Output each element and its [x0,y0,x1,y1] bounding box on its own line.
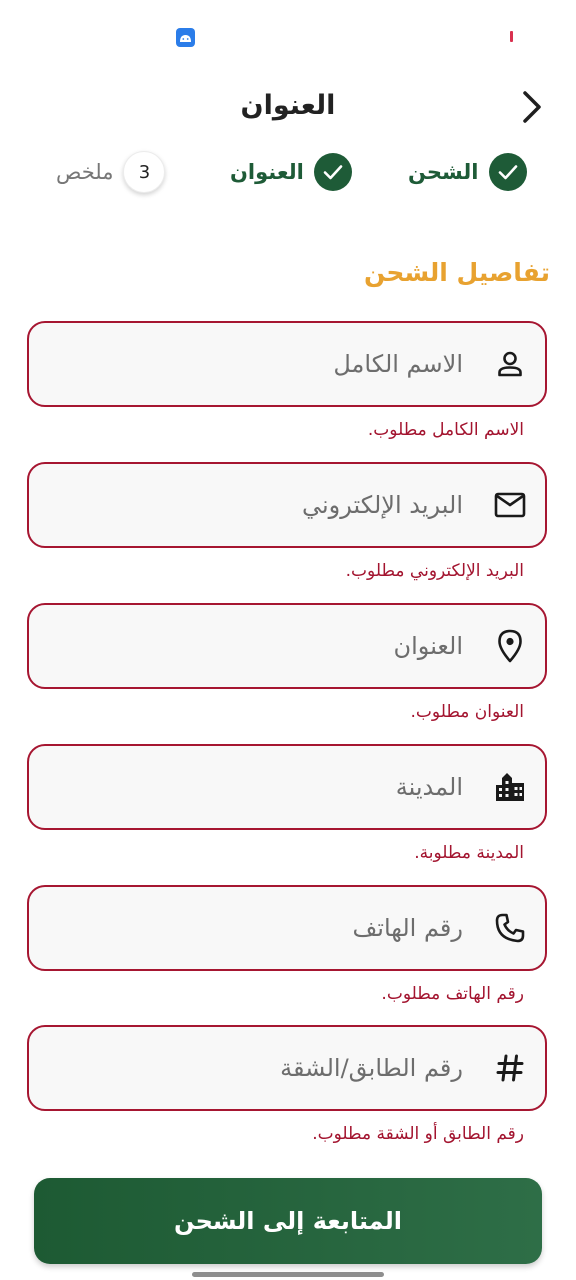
email-error: البريد الإلكتروني مطلوب. [345,561,524,581]
email-field[interactable] [27,462,547,548]
city-error: المدينة مطلوبة. [414,843,524,863]
person-icon [493,347,527,381]
step-address[interactable]: العنوان [230,148,352,196]
recording-indicator-icon [510,31,513,42]
step-label: العنوان [230,160,304,184]
check-icon [323,165,343,180]
step-summary[interactable]: ملخص 3 [56,148,166,196]
step-shipping[interactable]: الشحن [408,148,527,196]
continue-to-shipping-button[interactable]: المتابعة إلى الشحن [34,1178,542,1264]
page-title: العنوان [240,90,336,121]
step-label: الشحن [408,160,479,184]
status-bar [0,0,576,64]
section-title: تفاصيل الشحن [363,258,550,287]
step-number-badge: 3 [123,151,166,193]
full-name-input[interactable] [63,323,463,405]
app-header: العنوان [0,76,576,140]
full-name-error: الاسم الكامل مطلوب. [367,420,524,440]
phone-icon [493,911,527,945]
full-name-field[interactable] [27,321,547,407]
floor-apartment-input[interactable] [63,1027,463,1109]
hash-icon [493,1051,527,1085]
floor-apartment-error: رقم الطابق أو الشقة مطلوب. [312,1124,524,1144]
chevron-right-icon [523,91,541,123]
phone-error: رقم الهاتف مطلوب. [381,984,524,1004]
step-check-badge [313,153,352,191]
address-input[interactable] [63,605,463,687]
check-icon [498,165,517,180]
android-app-icon [176,28,195,47]
step-label: ملخص [56,160,114,184]
email-input[interactable] [63,464,463,546]
address-error: العنوان مطلوب. [410,702,525,722]
location-pin-icon [493,629,527,663]
phone-field[interactable] [27,885,547,971]
city-icon [493,770,527,804]
mail-icon [493,488,527,522]
back-button[interactable] [512,82,552,132]
home-indicator[interactable] [192,1272,384,1277]
city-field[interactable] [27,744,547,830]
phone-input[interactable] [63,887,463,969]
checkout-stepper: الشحن العنوان ملخص 3 [0,148,576,196]
city-input[interactable] [63,746,463,828]
step-check-badge [488,153,527,191]
address-field[interactable] [27,603,547,689]
floor-apartment-field[interactable] [27,1025,547,1111]
